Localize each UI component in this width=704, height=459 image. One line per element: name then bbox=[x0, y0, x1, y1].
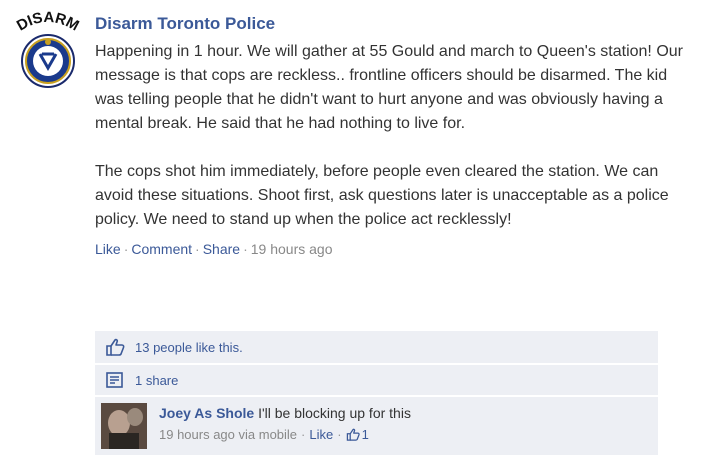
comment-meta: 19 hours ago via mobile · Like · 1 bbox=[159, 427, 411, 442]
post-author[interactable]: Disarm Toronto Police bbox=[95, 14, 275, 34]
comment-text: I'll be blocking up for this bbox=[258, 405, 411, 421]
separator: · bbox=[195, 241, 200, 257]
comment-timestamp: 19 hours ago via mobile bbox=[159, 427, 298, 442]
comment-item: Joey As Shole I'll be blocking up for th… bbox=[95, 397, 658, 455]
separator: · bbox=[301, 427, 306, 442]
post-message: Happening in 1 hour. We will gather at 5… bbox=[95, 40, 685, 232]
separator: · bbox=[243, 241, 248, 257]
svg-text:DISARM: DISARM bbox=[14, 9, 82, 35]
post-message-paragraph: Happening in 1 hour. We will gather at 5… bbox=[95, 43, 683, 132]
comment-author[interactable]: Joey As Shole bbox=[159, 405, 254, 421]
post-timestamp: 19 hours ago bbox=[250, 241, 333, 257]
page-avatar[interactable]: DISARM bbox=[6, 6, 88, 90]
share-link[interactable]: Share bbox=[203, 241, 240, 257]
feedback-box: 13 people like this. 1 share Joey As Sho… bbox=[95, 331, 658, 455]
shares-row: 1 share bbox=[95, 365, 658, 397]
share-icon bbox=[106, 372, 123, 388]
separator: · bbox=[337, 427, 342, 442]
likes-row: 13 people like this. bbox=[95, 331, 658, 365]
post-content: Disarm Toronto Police Happening in 1 hou… bbox=[95, 14, 685, 259]
post-message-paragraph: The cops shot him immediately, before pe… bbox=[95, 163, 669, 228]
separator: · bbox=[123, 241, 129, 257]
shares-count-link[interactable]: 1 share bbox=[135, 373, 178, 388]
comment-body: Joey As Shole I'll be blocking up for th… bbox=[159, 405, 411, 442]
thumbs-up-icon bbox=[346, 428, 360, 441]
likes-count-link[interactable]: 13 people like this. bbox=[135, 340, 243, 355]
avatar-text: DISARM bbox=[14, 9, 82, 35]
comment-like-link[interactable]: Like bbox=[309, 427, 333, 442]
comment-link[interactable]: Comment bbox=[131, 241, 192, 257]
disarm-badge-icon: DISARM bbox=[14, 9, 82, 88]
post-actions: Like · Comment · Share · 19 hours ago bbox=[95, 239, 685, 259]
commenter-avatar[interactable] bbox=[101, 403, 147, 449]
comment-like-count[interactable]: 1 bbox=[362, 427, 369, 442]
thumbs-up-icon bbox=[106, 338, 125, 356]
like-link[interactable]: Like bbox=[95, 241, 121, 257]
commenter-photo-icon bbox=[101, 403, 147, 449]
